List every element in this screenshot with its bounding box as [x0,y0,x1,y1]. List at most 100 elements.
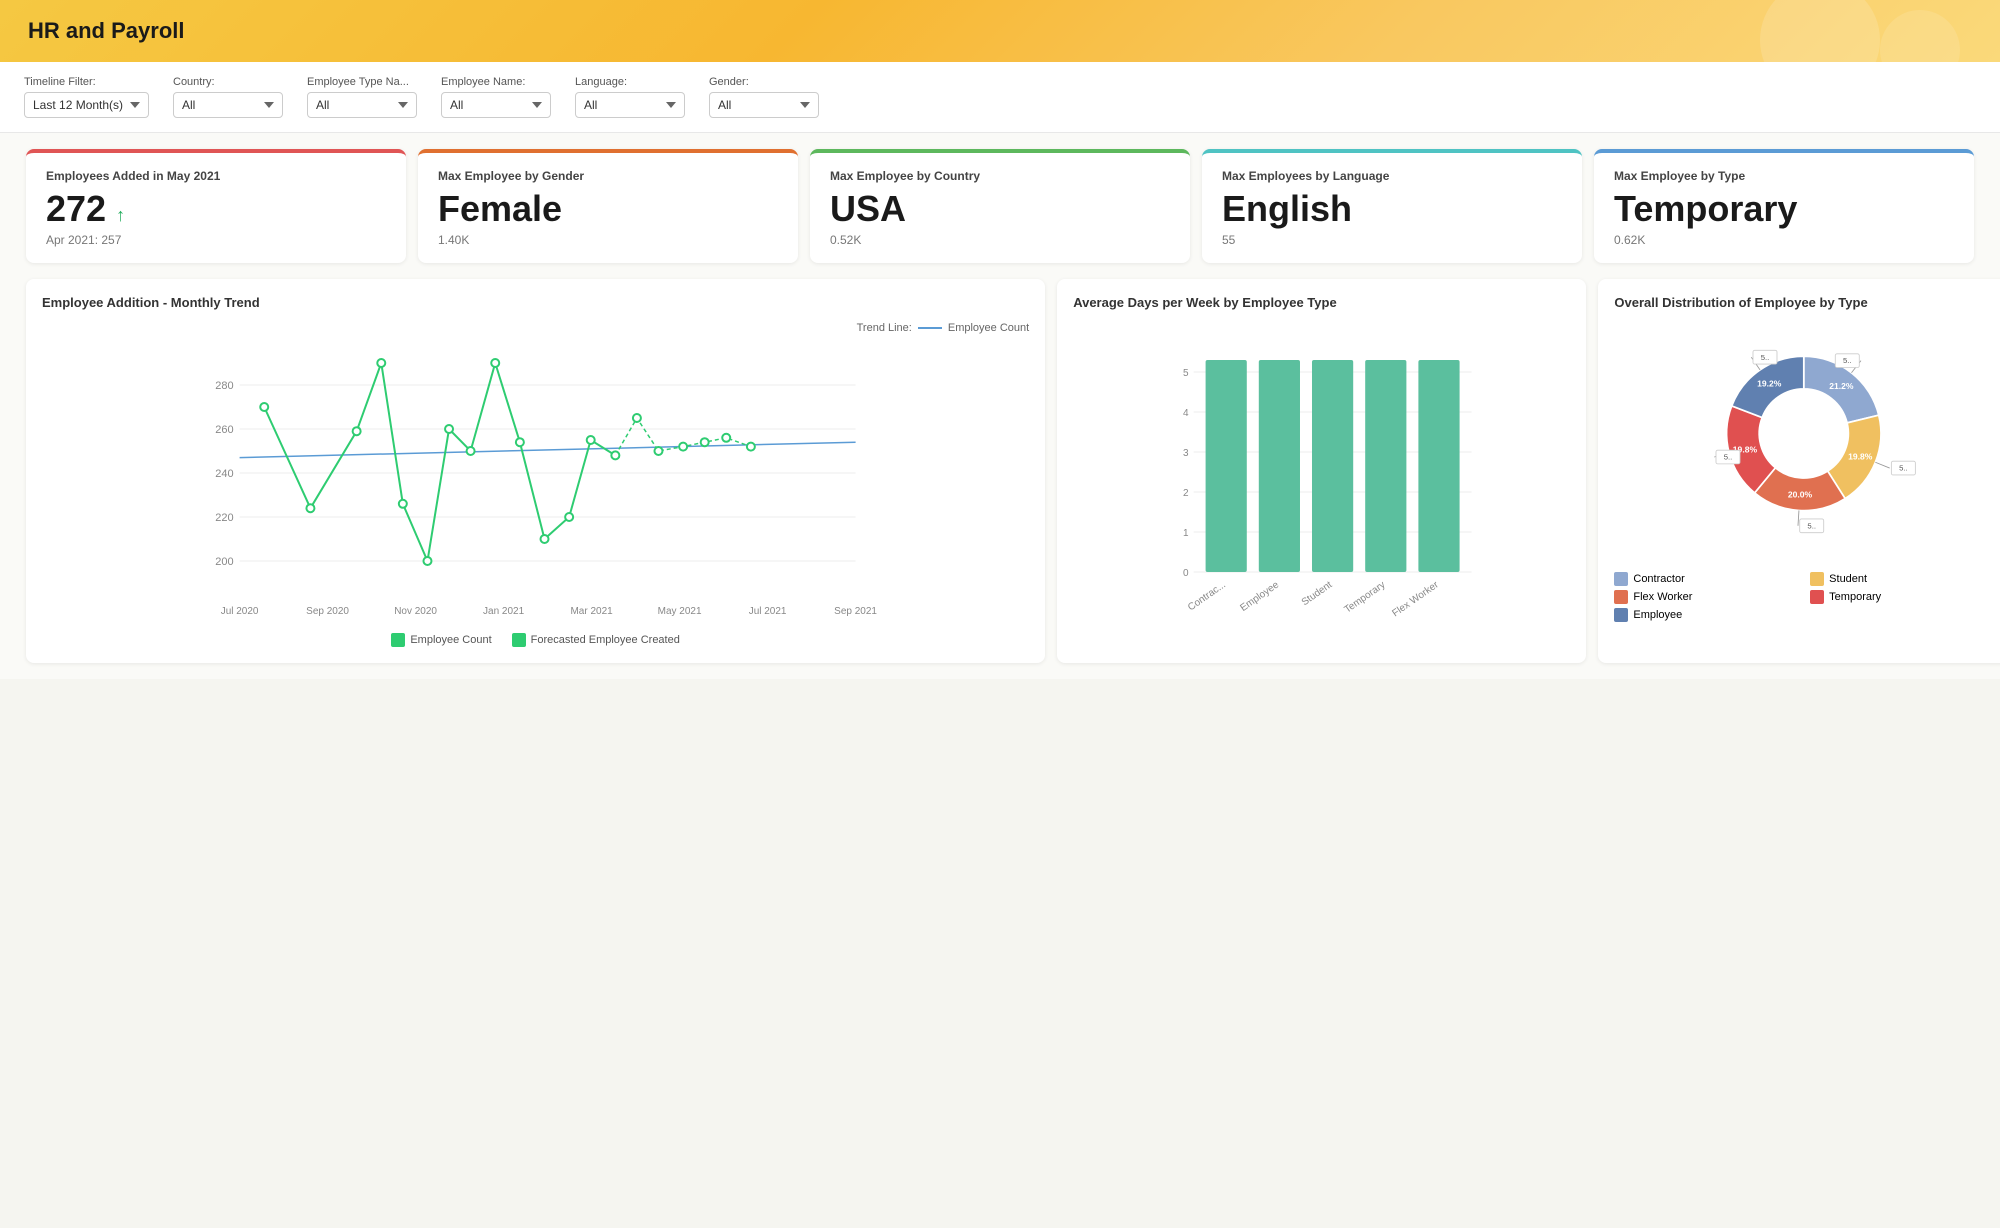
donut-legend-item: Contractor [1614,572,1798,586]
legend-label-forecasted: Forecasted Employee Created [531,634,680,646]
svg-text:Sep 2021: Sep 2021 [834,606,877,617]
trend-legend-series: Employee Count [948,322,1029,334]
kpi-card-3: Max Employees by Language English 55 [1202,149,1582,263]
kpi-value-0: 272 ↑ [46,189,386,229]
svg-text:220: 220 [215,512,233,524]
svg-text:0: 0 [1183,568,1189,579]
line-chart-container: Trend Line: Employee Count 2002202402602… [42,322,1029,625]
svg-text:3: 3 [1183,448,1189,459]
bar-chart-svg: 012345Contrac...EmployeeStudentTemporary… [1073,322,1570,632]
svg-text:Nov 2020: Nov 2020 [394,606,437,617]
donut-legend-item: Employee [1614,608,1798,622]
legend-swatch [1614,572,1628,586]
trend-line-sample [918,327,942,329]
svg-text:5: 5 [1183,368,1189,379]
svg-text:5..: 5.. [1808,521,1817,530]
timeline-filter-label: Timeline Filter: [24,76,149,88]
kpi-label-0: Employees Added in May 2021 [46,169,386,183]
language-filter-label: Language: [575,76,685,88]
legend-swatch-employee-count [391,633,405,647]
svg-text:5..: 5.. [1724,452,1733,461]
donut-chart-svg: 21.2%5..19.8%5..20.0%5..19.8%5..19.2%5.. [1614,322,1994,562]
svg-text:200: 200 [215,556,233,568]
svg-text:Contrac...: Contrac... [1186,579,1228,613]
trend-legend: Trend Line: Employee Count [857,322,1030,334]
svg-text:Jul 2021: Jul 2021 [749,606,787,617]
line-chart-title: Employee Addition - Monthly Trend [42,295,1029,310]
legend-swatch [1614,590,1628,604]
kpi-value-3: English [1222,189,1562,229]
svg-text:260: 260 [215,424,233,436]
kpi-sub-4: 0.62K [1614,233,1954,247]
svg-text:4: 4 [1183,408,1189,419]
legend-label: Flex Worker [1633,591,1692,603]
kpi-label-4: Max Employee by Type [1614,169,1954,183]
legend-label: Contractor [1633,573,1684,585]
kpi-sub-0: Apr 2021: 257 [46,233,386,247]
kpi-label-1: Max Employee by Gender [438,169,778,183]
svg-text:Flex Worker: Flex Worker [1391,579,1442,619]
timeline-filter-select[interactable]: Last 12 Month(s) [24,92,149,118]
legend-item-forecasted: Forecasted Employee Created [512,633,680,647]
line-chart-panel: Employee Addition - Monthly Trend Trend … [26,279,1045,663]
kpi-row: Employees Added in May 2021 272 ↑ Apr 20… [0,133,2000,279]
header-decoration-1 [1760,0,1880,62]
svg-text:1: 1 [1183,528,1189,539]
donut-chart-panel: Overall Distribution of Employee by Type… [1598,279,2000,663]
kpi-card-2: Max Employee by Country USA 0.52K [810,149,1190,263]
emp-name-filter-select[interactable]: All [441,92,551,118]
legend-label: Employee [1633,609,1682,621]
svg-text:Jul 2020: Jul 2020 [221,606,259,617]
svg-text:Employee: Employee [1239,579,1282,614]
filters-bar: Timeline Filter: Last 12 Month(s) Countr… [0,62,2000,133]
legend-swatch [1810,572,1824,586]
donut-legend: Contractor Student Flex Worker Temporary Emp… [1614,572,1994,622]
svg-text:19.2%: 19.2% [1758,378,1783,388]
emp-name-filter-group: Employee Name: All [441,76,551,118]
donut-legend-item: Flex Worker [1614,590,1798,604]
donut-chart-title: Overall Distribution of Employee by Type [1614,295,1994,310]
donut-legend-item: Student [1810,572,1994,586]
svg-text:20.0%: 20.0% [1788,489,1813,499]
country-filter-select[interactable]: All [173,92,283,118]
emp-type-filter-label: Employee Type Na... [307,76,417,88]
svg-text:21.2%: 21.2% [1830,381,1855,391]
kpi-card-0: Employees Added in May 2021 272 ↑ Apr 20… [26,149,406,263]
kpi-card-1: Max Employee by Gender Female 1.40K [418,149,798,263]
country-filter-group: Country: All [173,76,283,118]
kpi-sub-3: 55 [1222,233,1562,247]
kpi-up-arrow: ↑ [116,205,125,225]
bar-chart-title: Average Days per Week by Employee Type [1073,295,1570,310]
svg-text:5..: 5.. [1899,463,1908,472]
emp-type-filter-select[interactable]: All [307,92,417,118]
legend-item-employee-count: Employee Count [391,633,491,647]
svg-text:Temporary: Temporary [1343,579,1388,615]
gender-filter-group: Gender: All [709,76,819,118]
legend-swatch-forecasted [512,633,526,647]
svg-text:5..: 5.. [1761,352,1770,361]
legend-swatch [1614,608,1628,622]
language-filter-select[interactable]: All [575,92,685,118]
line-chart-legend: Employee Count Forecasted Employee Creat… [42,633,1029,647]
legend-label: Student [1829,573,1867,585]
trend-legend-label: Trend Line: [857,322,912,334]
legend-swatch [1810,590,1824,604]
legend-label: Temporary [1829,591,1881,603]
language-filter-group: Language: All [575,76,685,118]
emp-type-filter-group: Employee Type Na... All [307,76,417,118]
svg-text:Jan 2021: Jan 2021 [483,606,525,617]
kpi-value-1: Female [438,189,778,229]
emp-name-filter-label: Employee Name: [441,76,551,88]
kpi-card-4: Max Employee by Type Temporary 0.62K [1594,149,1974,263]
bar-chart-panel: Average Days per Week by Employee Type 0… [1057,279,1586,663]
svg-text:Mar 2021: Mar 2021 [570,606,613,617]
svg-text:5..: 5.. [1843,356,1852,365]
svg-text:280: 280 [215,380,233,392]
kpi-label-2: Max Employee by Country [830,169,1170,183]
donut-wrap: 21.2%5..19.8%5..20.0%5..19.8%5..19.2%5..… [1614,322,1994,622]
svg-text:Sep 2020: Sep 2020 [306,606,349,617]
kpi-sub-1: 1.40K [438,233,778,247]
gender-filter-select[interactable]: All [709,92,819,118]
svg-text:2: 2 [1183,488,1189,499]
svg-text:19.8%: 19.8% [1848,451,1873,461]
